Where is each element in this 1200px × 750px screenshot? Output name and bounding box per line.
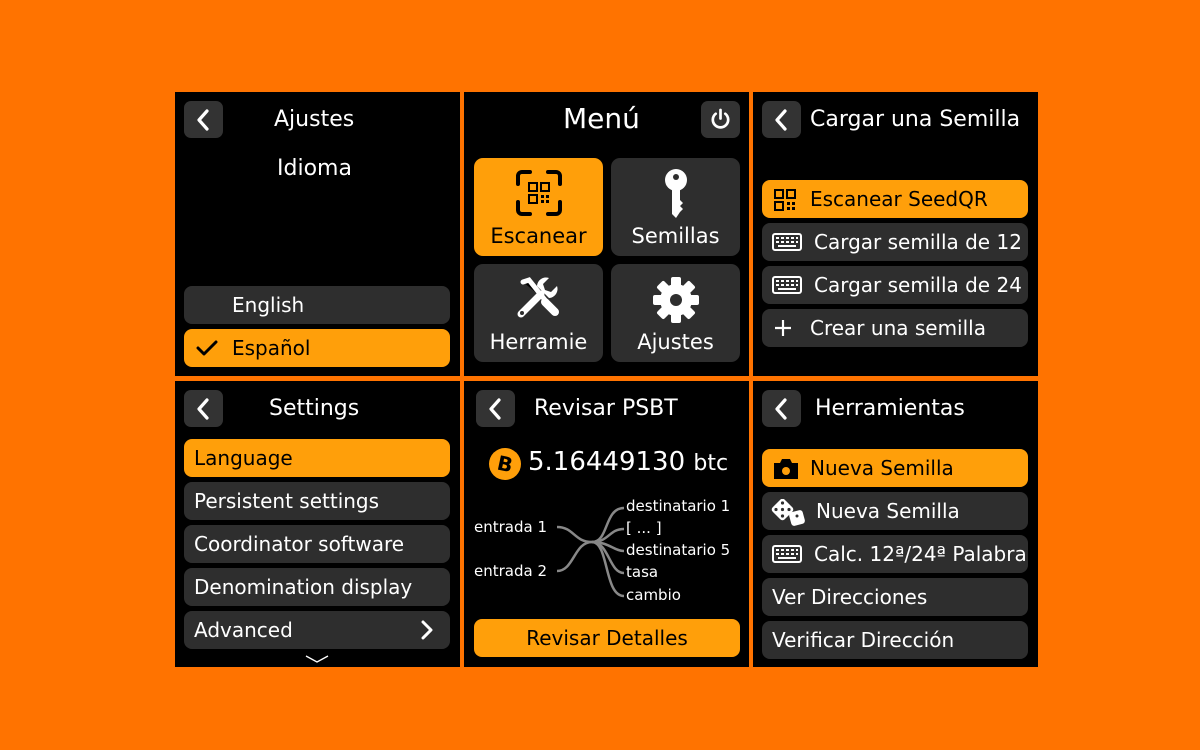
chevron-down-icon[interactable] <box>305 655 329 663</box>
psbt-output: cambio <box>626 586 681 604</box>
settings-item-persistent[interactable]: Persistent settings <box>184 482 450 520</box>
settings-item-advanced[interactable]: Advanced <box>184 611 450 649</box>
flow-line-input-1 <box>556 525 593 544</box>
tools-item-new-seed-dice[interactable]: Nueva Semilla <box>762 492 1028 530</box>
item-label: Language <box>194 446 293 470</box>
menu-item-scan-seedqr[interactable]: Escanear SeedQR <box>762 180 1028 218</box>
keyboard-icon <box>772 545 802 563</box>
tools-icon <box>517 277 559 318</box>
item-label: Advanced <box>194 618 293 642</box>
tile-label: Herramie <box>489 330 588 354</box>
panel-load-seed: Cargar una Semilla Escanear SeedQR Carga… <box>753 92 1038 376</box>
panel-main-menu: Menú Escanear Semillas Herramie Ajustes <box>464 92 749 376</box>
psbt-output: destinatario 5 <box>626 541 731 559</box>
menu-item-create-seed[interactable]: Crear una semilla <box>762 309 1028 347</box>
panel-settings: Settings Language Persistent settings Co… <box>175 381 460 667</box>
settings-item-coordinator[interactable]: Coordinator software <box>184 525 450 563</box>
menu-tile-tools[interactable]: Herramie <box>474 264 603 362</box>
back-button[interactable] <box>184 101 223 138</box>
chevron-left-icon <box>197 398 209 420</box>
button-label: Revisar Detalles <box>526 626 688 650</box>
psbt-output: tasa <box>626 563 659 581</box>
screen-title: Settings <box>269 396 360 421</box>
psbt-input: entrada 1 <box>474 518 548 536</box>
option-label: English <box>232 293 305 317</box>
screen-title: Ajustes <box>274 107 355 132</box>
language-option-espanol[interactable]: Español <box>184 329 450 367</box>
gear-icon <box>652 277 699 323</box>
settings-item-denomination[interactable]: Denomination display <box>184 568 450 606</box>
item-label: Denomination display <box>194 575 413 599</box>
tile-label: Semillas <box>631 224 720 248</box>
plus-icon <box>775 320 791 336</box>
menu-item-load-12[interactable]: Cargar semilla de 12 <box>762 223 1028 261</box>
psbt-input: entrada 2 <box>474 562 548 580</box>
power-icon <box>711 108 730 129</box>
item-label: Ver Direcciones <box>772 585 928 609</box>
camera-icon <box>774 459 798 479</box>
item-label: Persistent settings <box>194 489 380 513</box>
screen-subtitle: Idioma <box>277 156 352 181</box>
item-label: Coordinator software <box>194 532 405 556</box>
tile-label: Ajustes <box>637 330 714 354</box>
review-details-button[interactable]: Revisar Detalles <box>474 619 740 657</box>
screen-title: Herramientas <box>815 396 965 421</box>
power-button[interactable] <box>701 101 740 138</box>
item-label: Crear una semilla <box>810 316 986 340</box>
psbt-output: [ ... ] <box>626 519 662 537</box>
language-option-english[interactable]: English <box>184 286 450 324</box>
item-label: Cargar semilla de 12 <box>814 230 1022 254</box>
dice-icon <box>771 499 805 526</box>
item-label: Escanear SeedQR <box>810 187 988 211</box>
chevron-left-icon <box>775 109 787 131</box>
psbt-output: destinatario 1 <box>626 497 731 515</box>
menu-tile-scan[interactable]: Escanear <box>474 158 603 256</box>
back-button[interactable] <box>762 390 801 427</box>
keyboard-icon <box>772 233 802 251</box>
chevron-left-icon <box>197 109 209 131</box>
panel-review-psbt: Revisar PSBT B 5.16449130 btc entrada 1 … <box>464 381 749 667</box>
screenshot-grid: Ajustes Idioma English Español Menú Esca… <box>175 92 1038 667</box>
qr-icon <box>774 189 796 211</box>
menu-tile-seeds[interactable]: Semillas <box>611 158 740 256</box>
item-label: Calc. 12ª/24ª Palabra <box>814 542 1027 566</box>
item-label: Cargar semilla de 24 <box>814 273 1022 297</box>
option-label: Español <box>232 336 311 360</box>
back-button[interactable] <box>184 390 223 427</box>
panel-tools: Herramientas Nueva Semilla Nueva Semilla… <box>753 381 1038 667</box>
back-button[interactable] <box>762 101 801 138</box>
tile-label: Escanear <box>490 224 587 248</box>
chevron-right-icon <box>421 620 433 640</box>
menu-tile-settings[interactable]: Ajustes <box>611 264 740 362</box>
tools-item-calc-last-word[interactable]: Calc. 12ª/24ª Palabra <box>762 535 1028 573</box>
menu-item-load-24[interactable]: Cargar semilla de 24 <box>762 266 1028 304</box>
chevron-left-icon <box>775 398 787 420</box>
item-label: Nueva Semilla <box>816 499 960 523</box>
tools-item-new-seed-camera[interactable]: Nueva Semilla <box>762 449 1028 487</box>
check-icon <box>196 340 218 356</box>
qr-scan-icon <box>515 170 562 216</box>
screen-title: Menú <box>563 102 640 135</box>
tools-item-view-addresses[interactable]: Ver Direcciones <box>762 578 1028 616</box>
tools-item-verify-address[interactable]: Verificar Dirección <box>762 621 1028 659</box>
item-label: Nueva Semilla <box>810 456 954 480</box>
screen-title: Cargar una Semilla <box>810 107 1021 132</box>
panel-language: Ajustes Idioma English Español <box>175 92 460 376</box>
keyboard-icon <box>772 276 802 294</box>
key-icon <box>664 169 687 218</box>
settings-item-language[interactable]: Language <box>184 439 450 477</box>
item-label: Verificar Dirección <box>772 628 955 652</box>
flow-line-input-2 <box>556 540 593 573</box>
